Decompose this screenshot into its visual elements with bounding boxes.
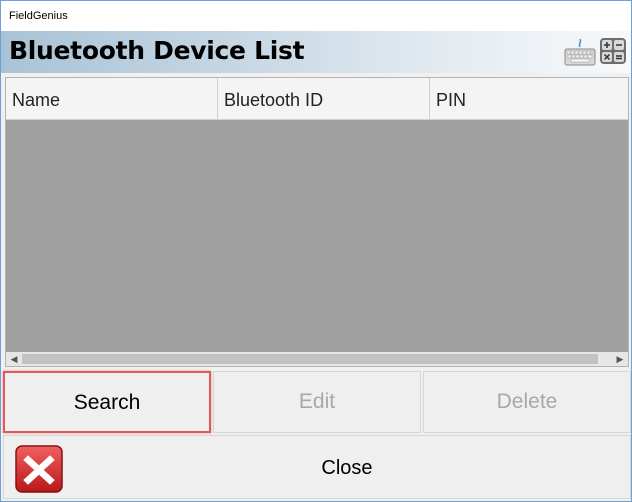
scroll-left-icon[interactable]: ◀	[6, 352, 22, 366]
column-header-pin[interactable]: PIN	[430, 78, 628, 120]
app-window: FieldGenius Bluetooth Device List Name B…	[0, 0, 632, 502]
page-title: Bluetooth Device List	[9, 36, 305, 65]
horizontal-scrollbar[interactable]: ◀ ▶	[6, 352, 628, 366]
scrollbar-thumb[interactable]	[22, 354, 598, 364]
table-header: Name Bluetooth ID PIN	[6, 78, 628, 120]
calculator-icon[interactable]	[599, 37, 627, 65]
close-icon	[15, 445, 63, 493]
column-header-bluetooth-id[interactable]: Bluetooth ID	[218, 78, 430, 120]
delete-button[interactable]: Delete	[423, 371, 631, 433]
window-title: FieldGenius	[9, 10, 68, 22]
title-bar: FieldGenius	[1, 1, 631, 31]
device-table: Name Bluetooth ID PIN ◀ ▶	[5, 77, 629, 367]
edit-button[interactable]: Edit	[213, 371, 421, 433]
page-header: Bluetooth Device List	[1, 31, 631, 73]
column-header-name[interactable]: Name	[6, 78, 218, 120]
close-button[interactable]: Close	[3, 435, 631, 499]
close-button-label: Close	[321, 457, 373, 479]
search-button[interactable]: Search	[3, 371, 211, 433]
scroll-right-icon[interactable]: ▶	[612, 352, 628, 366]
table-body[interactable]	[6, 120, 628, 352]
keyboard-icon[interactable]	[564, 37, 596, 67]
